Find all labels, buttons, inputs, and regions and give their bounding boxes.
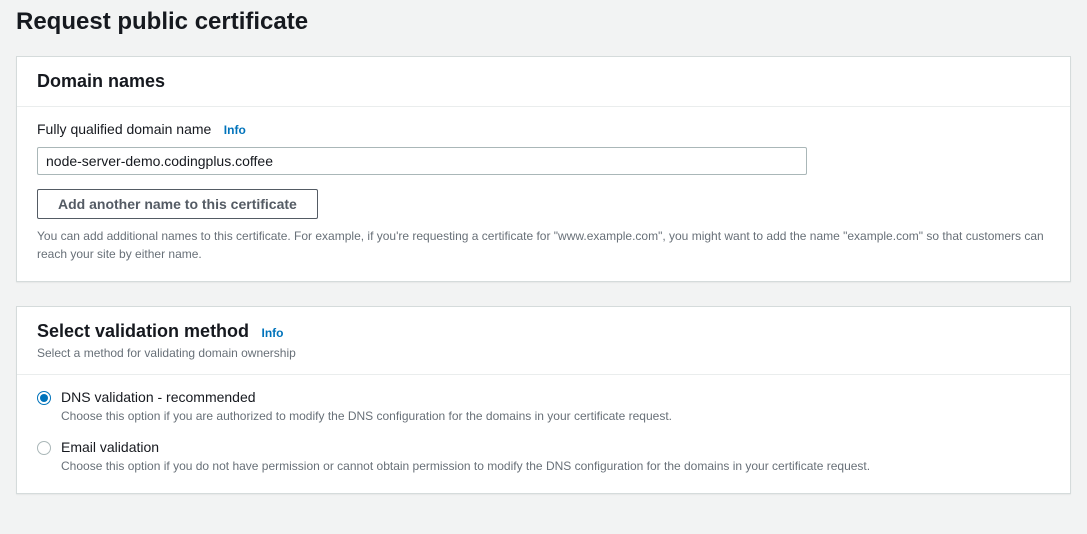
radio-dns-validation[interactable]: DNS validation - recommended Choose this… — [37, 389, 1050, 425]
radio-icon — [37, 441, 51, 455]
fqdn-field: Fully qualified domain name Info — [37, 121, 1050, 175]
add-another-name-button[interactable]: Add another name to this certificate — [37, 189, 318, 219]
radio-icon — [37, 391, 51, 405]
validation-method-desc: Select a method for validating domain ow… — [37, 346, 1050, 360]
add-name-help-text: You can add additional names to this cer… — [37, 227, 1050, 263]
validation-method-body: DNS validation - recommended Choose this… — [17, 375, 1070, 493]
radio-email-validation[interactable]: Email validation Choose this option if y… — [37, 439, 1050, 475]
radio-desc-dns: Choose this option if you are authorized… — [61, 407, 672, 425]
radio-label-dns: DNS validation - recommended — [61, 389, 672, 405]
radio-content: DNS validation - recommended Choose this… — [61, 389, 672, 425]
validation-info-link[interactable]: Info — [262, 326, 284, 340]
validation-method-panel: Select validation method Info Select a m… — [16, 306, 1071, 494]
domain-names-header: Domain names — [17, 57, 1070, 107]
domain-names-body: Fully qualified domain name Info Add ano… — [17, 107, 1070, 281]
domain-names-panel: Domain names Fully qualified domain name… — [16, 56, 1071, 282]
radio-desc-email: Choose this option if you do not have pe… — [61, 457, 870, 475]
domain-names-heading: Domain names — [37, 71, 165, 91]
fqdn-info-link[interactable]: Info — [224, 123, 246, 137]
validation-method-heading: Select validation method — [37, 321, 249, 341]
fqdn-label: Fully qualified domain name — [37, 121, 211, 137]
validation-radio-group: DNS validation - recommended Choose this… — [37, 389, 1050, 475]
page-title: Request public certificate — [16, 8, 1071, 36]
radio-label-email: Email validation — [61, 439, 870, 455]
fqdn-input[interactable] — [37, 147, 807, 175]
validation-method-header: Select validation method Info Select a m… — [17, 307, 1070, 375]
radio-content: Email validation Choose this option if y… — [61, 439, 870, 475]
